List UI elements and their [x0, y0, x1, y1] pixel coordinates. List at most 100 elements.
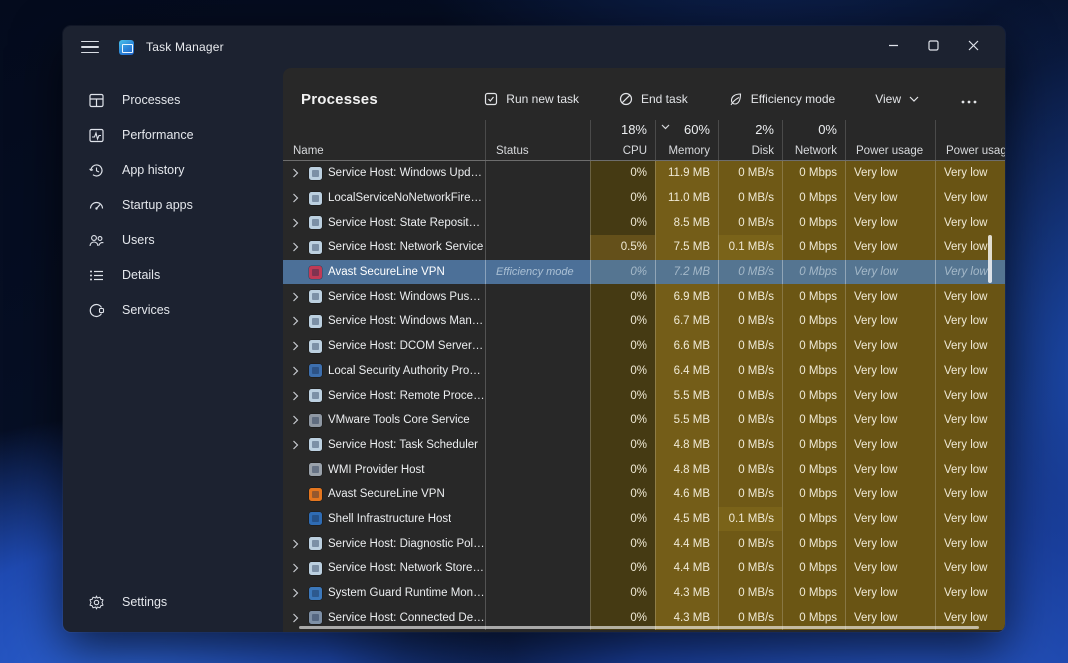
expander-chevron-icon[interactable] [287, 366, 303, 376]
cpu-total: 18% [621, 122, 647, 137]
close-button[interactable] [953, 30, 993, 60]
expander-chevron-icon[interactable] [287, 168, 303, 178]
column-header-power-usage[interactable]: Power usage [845, 120, 935, 160]
sidebar-item-services[interactable]: Services [73, 293, 273, 327]
cell-network: 0 Mbps [782, 433, 845, 458]
run-new-task-button[interactable]: Run new task [478, 87, 585, 111]
expander-chevron-icon[interactable] [287, 341, 303, 351]
column-header-name[interactable]: Name [283, 120, 485, 160]
cell-status [485, 482, 590, 507]
sidebar-item-label: Startup apps [122, 198, 193, 212]
more-options-button[interactable] [953, 89, 985, 109]
column-header-memory[interactable]: 60% Memory [655, 120, 718, 160]
sidebar-item-users[interactable]: Users [73, 223, 273, 257]
process-icon [309, 438, 322, 451]
expander-chevron-icon[interactable] [287, 316, 303, 326]
cell-network: 0 Mbps [782, 383, 845, 408]
cell-status [485, 161, 590, 186]
expander-chevron-icon[interactable] [287, 193, 303, 203]
cell-power-usage-trend: Very low [935, 284, 1005, 309]
cell-status: Efficiency mode [485, 260, 590, 285]
horizontal-scrollbar[interactable] [299, 626, 979, 629]
table-row[interactable]: Service Host: Windows Push No... 0% 6.9 … [283, 284, 1005, 309]
table-row[interactable]: LocalServiceNoNetworkFirewall ... 0% 11.… [283, 186, 1005, 211]
table-row[interactable]: Service Host: State Repository S... 0% 8… [283, 210, 1005, 235]
sidebar-item-app-history[interactable]: App history [73, 153, 273, 187]
expander-chevron-icon[interactable] [287, 391, 303, 401]
column-header-network[interactable]: 0% Network [782, 120, 845, 160]
table-row[interactable]: Service Host: Windows Update 0% 11.9 MB … [283, 161, 1005, 186]
column-header-status[interactable]: Status [485, 120, 590, 160]
table-row[interactable]: Service Host: Network Store Inte... 0% 4… [283, 556, 1005, 581]
table-row[interactable]: WMI Provider Host 0% 4.8 MB 0 MB/s 0 Mbp… [283, 457, 1005, 482]
cell-memory: 5.5 MB [655, 408, 718, 433]
sidebar-item-performance[interactable]: Performance [73, 118, 273, 152]
expander-chevron-icon[interactable] [287, 440, 303, 450]
table-row[interactable]: VMware Tools Core Service 0% 5.5 MB 0 MB… [283, 408, 1005, 433]
expander-chevron-icon[interactable] [287, 415, 303, 425]
minimize-button[interactable] [873, 30, 913, 60]
table-row[interactable]: Avast SecureLine VPN 0% 4.6 MB 0 MB/s 0 … [283, 482, 1005, 507]
table-row[interactable]: Service Host: Remote Procedure... 0% 5.5… [283, 383, 1005, 408]
sidebar-item-details[interactable]: Details [73, 258, 273, 292]
cell-disk: 0.1 MB/s [718, 235, 782, 260]
process-icon [309, 241, 322, 254]
maximize-button[interactable] [913, 30, 953, 60]
cell-status [485, 433, 590, 458]
cell-name: Avast SecureLine VPN [283, 260, 485, 285]
view-dropdown[interactable]: View [869, 87, 925, 111]
table-row[interactable]: Avast SecureLine VPN Efficiency mode 0% … [283, 260, 1005, 285]
efficiency-mode-button[interactable]: Efficiency mode [722, 87, 842, 111]
sidebar-item-processes[interactable]: Processes [73, 83, 273, 117]
process-name: Avast SecureLine VPN [328, 488, 445, 500]
process-name: Service Host: Network Store Inte... [328, 562, 485, 574]
table-row[interactable]: Service Host: DCOM Server Proc... 0% 6.6… [283, 334, 1005, 359]
cell-name: System Guard Runtime Monitor... [283, 581, 485, 606]
table-row[interactable]: System Guard Runtime Monitor... 0% 4.3 M… [283, 581, 1005, 606]
table-row[interactable]: Shell Infrastructure Host 0% 4.5 MB 0.1 … [283, 507, 1005, 532]
process-icon [309, 340, 322, 353]
network-total: 0% [818, 122, 837, 137]
table-row[interactable]: Service Host: Network Service 0.5% 7.5 M… [283, 235, 1005, 260]
end-task-button[interactable]: End task [613, 87, 694, 111]
expander-chevron-icon[interactable] [287, 242, 303, 252]
expander-chevron-icon[interactable] [287, 218, 303, 228]
table-row[interactable]: Local Security Authority Process... 0% 6… [283, 359, 1005, 384]
vertical-scrollbar[interactable] [988, 235, 992, 283]
process-name: Service Host: Network Service [328, 241, 483, 253]
hamburger-menu-icon[interactable] [75, 34, 105, 60]
chevron-down-icon [909, 96, 919, 102]
table-row[interactable]: Service Host: Task Scheduler 0% 4.8 MB 0… [283, 433, 1005, 458]
task-manager-window: Task Manager Processes Performance App h… [63, 26, 1005, 632]
cell-name: Service Host: State Repository S... [283, 210, 485, 235]
expander-chevron-icon[interactable] [287, 539, 303, 549]
process-rows: Service Host: Windows Update 0% 11.9 MB … [283, 161, 1005, 632]
cell-disk: 0.1 MB/s [718, 507, 782, 532]
cell-cpu: 0% [590, 507, 655, 532]
expander-chevron-icon[interactable] [287, 292, 303, 302]
cell-cpu: 0% [590, 161, 655, 186]
process-name: Service Host: Windows Manage... [328, 315, 485, 327]
cell-disk: 0 MB/s [718, 581, 782, 606]
expander-chevron-icon[interactable] [287, 563, 303, 573]
sidebar-item-startup-apps[interactable]: Startup apps [73, 188, 273, 222]
column-header-disk[interactable]: 2% Disk [718, 120, 782, 160]
cell-network: 0 Mbps [782, 260, 845, 285]
sidebar-item-label: Settings [122, 595, 167, 609]
cell-power-usage: Very low [845, 186, 935, 211]
sidebar-item-settings[interactable]: Settings [73, 585, 273, 619]
table-row[interactable]: Service Host: Windows Manage... 0% 6.7 M… [283, 309, 1005, 334]
column-header-power-usage-trend[interactable]: Power usage [935, 120, 1005, 160]
expander-chevron-icon[interactable] [287, 613, 303, 623]
cell-power-usage: Very low [845, 507, 935, 532]
process-icon [309, 488, 322, 501]
cell-power-usage-trend: Very low [935, 457, 1005, 482]
table-row[interactable]: Service Host: Diagnostic Policy ... 0% 4… [283, 531, 1005, 556]
column-header-cpu[interactable]: 18% CPU [590, 120, 655, 160]
services-icon [88, 302, 105, 319]
cell-power-usage: Very low [845, 457, 935, 482]
expander-chevron-icon[interactable] [287, 588, 303, 598]
process-icon [309, 290, 322, 303]
cell-disk: 0 MB/s [718, 408, 782, 433]
gear-icon [88, 594, 105, 611]
